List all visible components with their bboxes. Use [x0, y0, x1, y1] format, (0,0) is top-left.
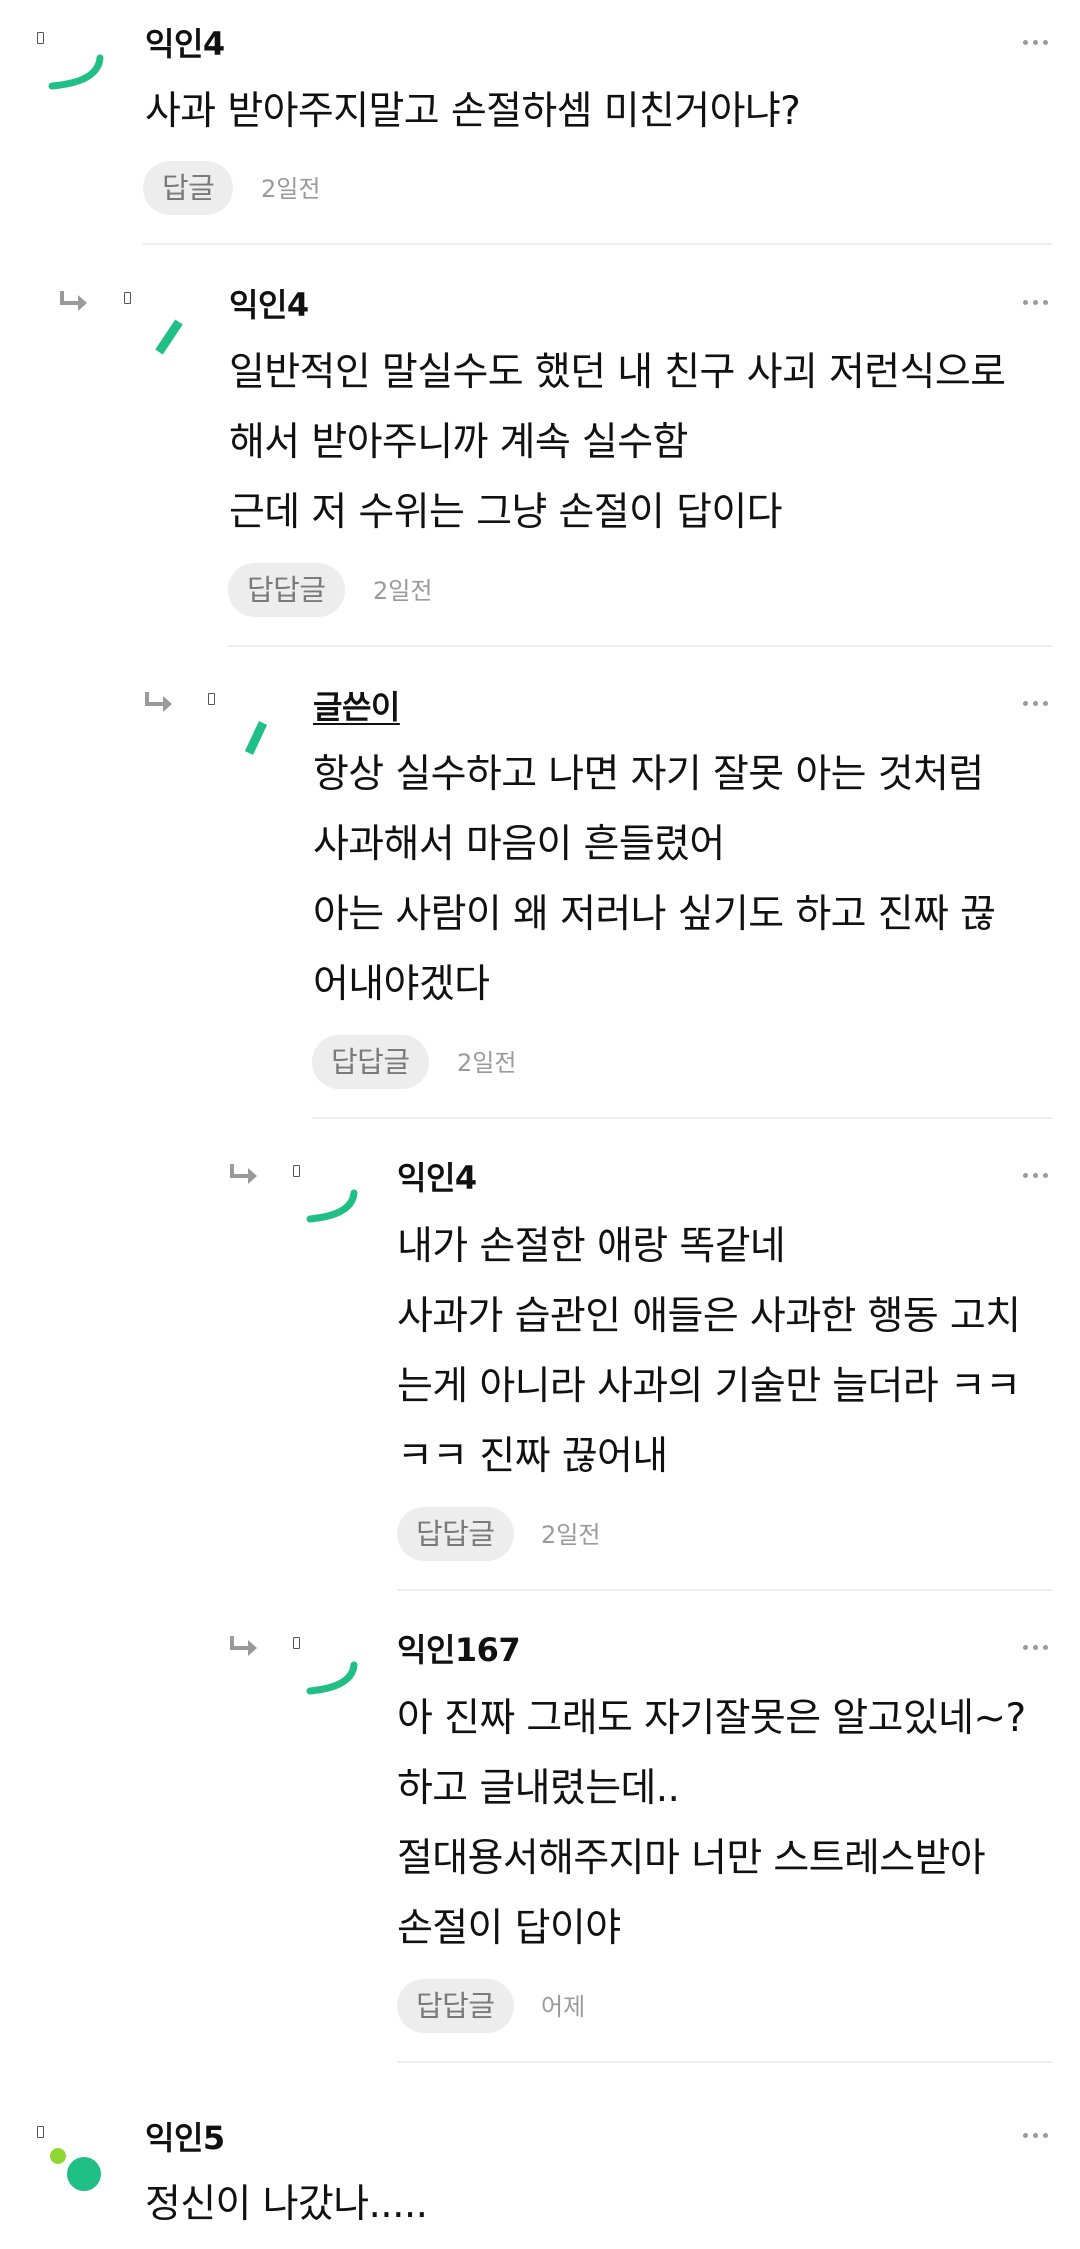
comment-divider — [143, 243, 1052, 245]
reply-arrow-icon — [58, 289, 90, 315]
comment-author[interactable]: 익인5 — [145, 2118, 225, 2158]
reply-arrow-icon — [228, 1634, 260, 1660]
comment-line: 내가 손절한 애랑 똑같네 — [397, 1224, 786, 1269]
more-horizontal-icon[interactable] — [1023, 37, 1053, 47]
more-horizontal-icon[interactable] — [1023, 297, 1053, 307]
comment-line: 사과해서 마음이 흔들렸어 — [313, 822, 725, 867]
comment-author[interactable]: 익인4 — [145, 24, 225, 64]
comment-line: 어내야겠다 — [313, 962, 490, 1007]
comment-line: 아는 사람이 왜 저러나 싶기도 하고 진짜 끊 — [313, 892, 996, 937]
reply-button[interactable]: 답답글 — [397, 1507, 514, 1561]
comment-divider — [312, 1117, 1052, 1119]
more-horizontal-icon[interactable] — [1023, 1170, 1053, 1180]
green-arc-avatar-icon[interactable] — [296, 1635, 376, 1715]
comment-body: 항상 실수하고 나면 자기 잘못 아는 것처럼 사과해서 마음이 흔들렸어 아는… — [313, 740, 996, 1020]
comment-divider — [397, 2061, 1052, 2063]
comment-divider — [397, 1589, 1052, 1591]
reply-arrow-icon — [143, 690, 175, 716]
comment-line: 손절이 답이야 — [397, 1906, 621, 1951]
comment-body: 내가 손절한 애랑 똑같네 사과가 습관인 애들은 사과한 행동 고치 는게 아… — [397, 1212, 1021, 1492]
comment-time: 2일전 — [457, 1049, 517, 1077]
comment-line: 는게 아니라 사과의 기술만 늘더라 ㅋㅋ — [397, 1364, 1021, 1409]
comment-time: 2일전 — [373, 577, 433, 605]
more-horizontal-icon[interactable] — [1023, 2130, 1053, 2140]
comment-body: 아 진짜 그래도 자기잘못은 알고있네~? 하고 글내렸는데.. 절대용서해주지… — [397, 1684, 1026, 1964]
reply-arrow-icon — [228, 1162, 260, 1188]
comment-line: 정신이 나갔나..... — [145, 2182, 428, 2227]
green-dots-avatar-icon[interactable] — [40, 2124, 120, 2204]
comment-line: 해서 받아주니까 계속 실수함 — [229, 420, 688, 465]
green-stroke-avatar-icon[interactable] — [127, 290, 207, 370]
comment-author[interactable]: 익인167 — [397, 1630, 521, 1670]
comment-body: 정신이 나갔나..... — [145, 2170, 428, 2240]
comment-line: 사과 받아주지말고 손절하셈 미친거아냐? — [145, 89, 801, 134]
comment-body: 사과 받아주지말고 손절하셈 미친거아냐? — [145, 77, 801, 147]
comment-line: 근데 저 수위는 그냥 손절이 답이다 — [229, 490, 783, 535]
comment-line: 아 진짜 그래도 자기잘못은 알고있네~? — [397, 1696, 1026, 1741]
green-arc-avatar-icon[interactable] — [40, 30, 120, 110]
comment-author[interactable]: 익인4 — [229, 285, 309, 325]
comment-author[interactable]: 익인4 — [397, 1158, 477, 1198]
comment-line: 사과가 습관인 애들은 사과한 행동 고치 — [397, 1294, 1021, 1339]
reply-button[interactable]: 답글 — [143, 161, 234, 215]
comment-time: 어제 — [541, 1993, 586, 2021]
comment-divider — [228, 645, 1052, 647]
more-horizontal-icon[interactable] — [1023, 698, 1053, 708]
comment-author-writer[interactable]: 글쓴이 — [313, 687, 400, 727]
green-arc-avatar-icon[interactable] — [296, 1163, 376, 1243]
reply-button[interactable]: 답답글 — [397, 1979, 514, 2033]
comment-body: 일반적인 말실수도 했던 내 친구 사괴 저런식으로 해서 받아주니까 계속 실… — [229, 338, 1006, 548]
comment-time: 2일전 — [541, 1521, 601, 1549]
comment-line: 절대용서해주지마 너만 스트레스받아 — [397, 1836, 986, 1881]
reply-button[interactable]: 답답글 — [228, 563, 345, 617]
comment-time: 2일전 — [261, 175, 321, 203]
more-horizontal-icon[interactable] — [1023, 1642, 1053, 1652]
comment-line: ㅋㅋ 진짜 끊어내 — [397, 1434, 668, 1479]
comment-line: 항상 실수하고 나면 자기 잘못 아는 것처럼 — [313, 752, 984, 797]
comment-line: 하고 글내렸는데.. — [397, 1766, 680, 1811]
green-stroke-avatar-icon[interactable] — [211, 691, 291, 771]
reply-button[interactable]: 답답글 — [312, 1035, 429, 1089]
comment-line: 일반적인 말실수도 했던 내 친구 사괴 저런식으로 — [229, 350, 1006, 395]
